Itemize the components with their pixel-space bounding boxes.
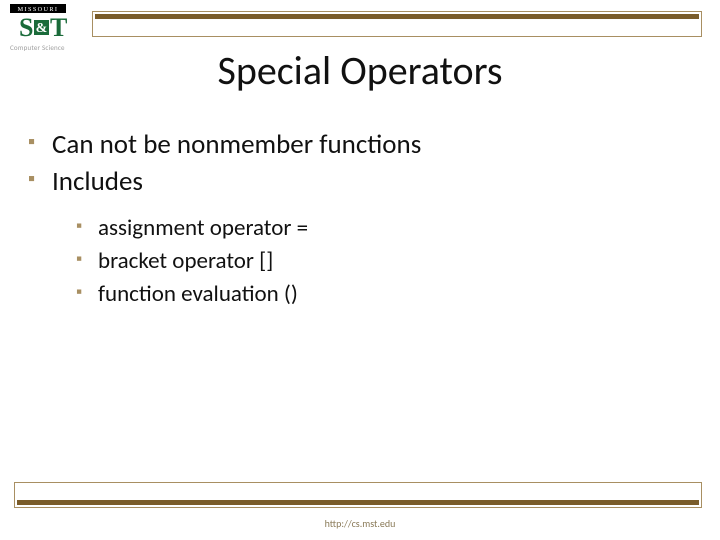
- list-item-text: Can not be nonmember functions: [52, 128, 421, 161]
- slide: MISSOURI S & T Computer Science Special …: [0, 0, 720, 540]
- bullet-list: Can not be nonmember functions Includes …: [28, 128, 692, 310]
- top-decorative-frame: [92, 11, 702, 37]
- list-item: assignment operator =: [76, 213, 692, 244]
- list-item: Includes assignment operator = bracket o…: [28, 165, 692, 311]
- slide-title: Special Operators: [0, 46, 720, 95]
- list-item-text: assignment operator =: [98, 214, 308, 242]
- bottom-decorative-frame: [14, 482, 702, 508]
- slide-body: Can not be nonmember functions Includes …: [28, 128, 692, 312]
- bullet-sublist: assignment operator = bracket operator […: [76, 213, 692, 310]
- top-frame-fill: [95, 14, 699, 19]
- list-item-text: Includes: [52, 165, 143, 198]
- list-item: function evaluation (): [76, 279, 692, 310]
- mst-logo-svg: MISSOURI S & T: [10, 4, 82, 42]
- logo-missouri: MISSOURI: [18, 6, 59, 13]
- logo-s: S: [19, 13, 33, 42]
- list-item: Can not be nonmember functions: [28, 128, 692, 163]
- list-item-text: function evaluation (): [98, 280, 298, 308]
- logo-amp: &: [36, 21, 48, 36]
- list-item-text: bracket operator []: [98, 247, 273, 275]
- list-item: bracket operator []: [76, 246, 692, 277]
- logo-t: T: [50, 13, 67, 42]
- bottom-frame-fill: [17, 500, 699, 505]
- footer-text: http://cs.mst.edu: [0, 517, 720, 530]
- mst-logo: MISSOURI S & T Computer Science: [10, 4, 82, 52]
